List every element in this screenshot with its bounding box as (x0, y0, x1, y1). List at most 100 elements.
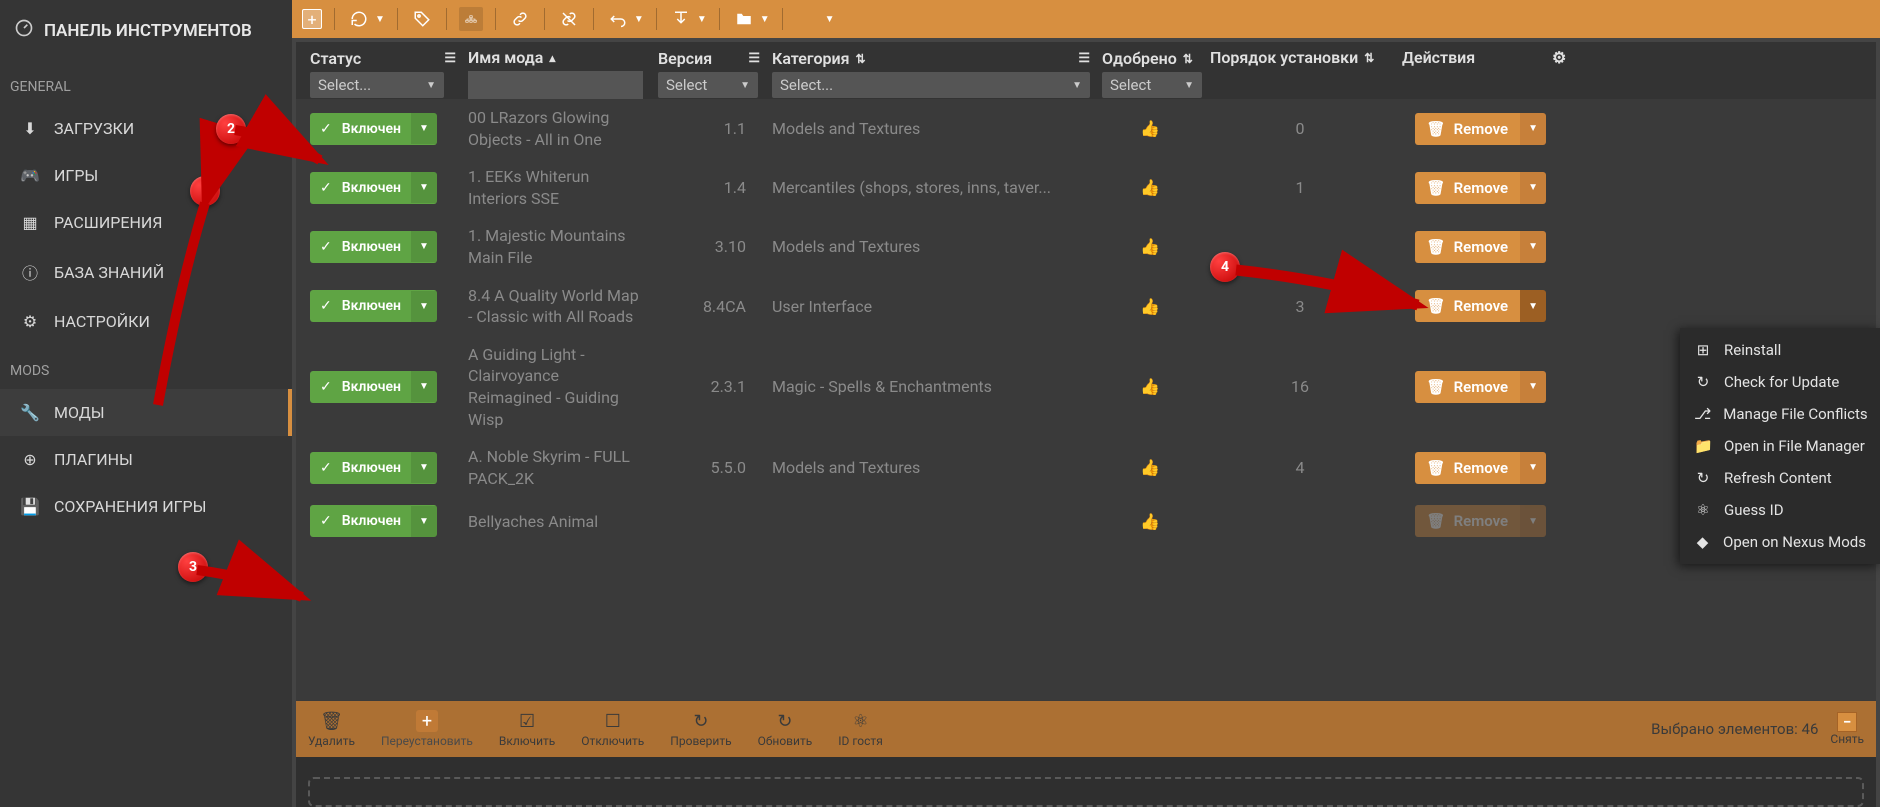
remove-dropdown[interactable]: ▼ (1520, 371, 1546, 403)
thumbs-up-icon[interactable]: 👍 (1140, 297, 1160, 316)
link-button[interactable] (508, 7, 532, 31)
check-icon: ✓ (310, 231, 342, 263)
unlink-button[interactable] (557, 7, 581, 31)
nav-mods[interactable]: 🔧 МОДЫ (0, 389, 292, 436)
status-toggle[interactable]: ✓ Включен ▼ (310, 290, 437, 322)
remove-button[interactable]: 🗑 Remove (1415, 290, 1521, 322)
nav-settings[interactable]: ⚙ НАСТРОЙКИ (0, 298, 292, 345)
status-toggle[interactable]: ✓ Включен ▼ (310, 452, 437, 484)
col-category[interactable]: Категория ⇅ ☰ Select... ▼ (766, 49, 1096, 98)
table-row[interactable]: ✓ Включен ▼ 00 LRazors Glowing Objects -… (296, 99, 1876, 158)
ctx-reinstall[interactable]: ⊞Reinstall (1680, 334, 1880, 366)
table-row[interactable]: ✓ Включен ▼ Bellyaches Animal 👍 🗑 Remove… (296, 497, 1876, 545)
thumbs-up-icon[interactable]: 👍 (1140, 237, 1160, 256)
remove-button[interactable]: 🗑 Remove (1415, 113, 1521, 145)
more-dropdown[interactable]: ▼ (825, 14, 835, 25)
ctx-label: Check for Update (1724, 373, 1839, 391)
table-row[interactable]: ✓ Включен ▼ 1. Majestic Mountains Main F… (296, 217, 1876, 276)
deploy-button[interactable] (669, 7, 693, 31)
approved-filter[interactable]: Select ▼ (1102, 72, 1202, 98)
deploy-dropdown[interactable]: ▼ (697, 14, 707, 25)
ctx-guess-id[interactable]: ⚛Guess ID (1680, 494, 1880, 526)
ctx-open-nexus[interactable]: ◆Open on Nexus Mods (1680, 526, 1880, 558)
ctx-check-update[interactable]: ↻Check for Update (1680, 366, 1880, 398)
drop-target[interactable] (308, 777, 1864, 807)
status-dropdown[interactable]: ▼ (411, 231, 437, 262)
folder-dropdown[interactable]: ▼ (760, 14, 770, 25)
sitemap-button[interactable] (459, 7, 483, 31)
name-filter-input[interactable] (468, 71, 643, 99)
ctx-refresh-content[interactable]: ↻Refresh Content (1680, 462, 1880, 494)
thumbs-up-icon[interactable]: 👍 (1140, 178, 1160, 197)
col-version[interactable]: Версия ☰ Select ▼ (652, 49, 766, 98)
tag-button[interactable] (410, 7, 434, 31)
col-name[interactable]: Имя мода ▴ (462, 48, 652, 99)
nav-settings-label: НАСТРОЙКИ (54, 312, 150, 331)
refresh-dropdown[interactable]: ▼ (375, 14, 385, 25)
remove-dropdown[interactable]: ▼ (1520, 231, 1546, 263)
ctx-file-conflicts[interactable]: ⎇Manage File Conflicts (1680, 398, 1880, 430)
add-button[interactable]: + (302, 9, 322, 29)
status-toggle[interactable]: ✓ Включен ▼ (310, 505, 437, 537)
remove-button[interactable]: 🗑 Remove (1415, 172, 1521, 204)
footer-update[interactable]: ↻ Обновить (758, 711, 813, 748)
undo-dropdown[interactable]: ▼ (634, 14, 644, 25)
category-filter[interactable]: Select... ▼ (772, 72, 1090, 98)
thumbs-up-icon[interactable]: 👍 (1140, 458, 1160, 477)
status-dropdown[interactable]: ▼ (411, 291, 437, 322)
plus-icon: + (416, 710, 438, 732)
footer-enable[interactable]: ☑ Включить (499, 711, 555, 748)
remove-dropdown[interactable]: ▼ (1520, 505, 1546, 537)
remove-dropdown[interactable]: ▼ (1520, 290, 1546, 322)
remove-button[interactable]: 🗑 Remove (1415, 371, 1521, 403)
nav-games[interactable]: 🎮 ИГРЫ (0, 152, 292, 199)
nav-downloads[interactable]: ⬇ ЗАГРУЗКИ (0, 105, 292, 152)
status-toggle[interactable]: ✓ Включен ▼ (310, 371, 437, 403)
remove-button[interactable]: 🗑 Remove (1415, 452, 1521, 484)
table-row[interactable]: ✓ Включен ▼ A. Noble Skyrim - FULL PACK_… (296, 438, 1876, 497)
status-dropdown[interactable]: ▼ (411, 172, 437, 203)
nav-extensions[interactable]: ▦ РАСШИРЕНИЯ (0, 199, 292, 246)
status-dropdown[interactable]: ▼ (411, 113, 437, 144)
nav-plugins[interactable]: ⊕ ПЛАГИНЫ (0, 436, 292, 483)
thumbs-up-icon[interactable]: 👍 (1140, 119, 1160, 138)
footer-disable[interactable]: ☐ Отключить (581, 711, 644, 748)
remove-label: Remove (1454, 297, 1509, 315)
table-row[interactable]: ✓ Включен ▼ 1. EEKs Whiterun Interiors S… (296, 158, 1876, 217)
table-row[interactable]: ✓ Включен ▼ 8.4 A Quality World Map - Cl… (296, 277, 1876, 336)
status-dropdown[interactable]: ▼ (411, 452, 437, 483)
status-toggle[interactable]: ✓ Включен ▼ (310, 231, 437, 263)
status-dropdown[interactable]: ▼ (411, 371, 437, 402)
col-status[interactable]: Статус ☰ Select... ▼ (304, 49, 462, 98)
footer-guest-id[interactable]: ⚛ ID гостя (838, 711, 883, 748)
remove-dropdown[interactable]: ▼ (1520, 452, 1546, 484)
footer-reinstall[interactable]: + Переустановить (381, 710, 473, 748)
table-row[interactable]: ✓ Включен ▼ A Guiding Light - Clairvoyan… (296, 336, 1876, 438)
footer-check[interactable]: ↻ Проверить (670, 711, 731, 748)
version-filter[interactable]: Select ▼ (658, 72, 758, 98)
status-toggle[interactable]: ✓ Включен ▼ (310, 172, 437, 204)
status-filter[interactable]: Select... ▼ (310, 72, 444, 98)
thumbs-up-icon[interactable]: 👍 (1140, 377, 1160, 396)
separator (334, 8, 335, 30)
status-toggle[interactable]: ✓ Включен ▼ (310, 113, 437, 145)
nav-knowledge[interactable]: ⓘ БАЗА ЗНАНИЙ (0, 246, 292, 298)
remove-button[interactable]: 🗑 Remove (1415, 231, 1521, 263)
status-dropdown[interactable]: ▼ (411, 506, 437, 537)
mod-name: A Guiding Light - Clairvoyance Reimagine… (468, 344, 646, 430)
ctx-open-folder[interactable]: 📁Open in File Manager (1680, 430, 1880, 462)
undo-button[interactable] (606, 7, 630, 31)
deselect-button[interactable]: − (1837, 712, 1857, 732)
nav-saves[interactable]: 💾 СОХРАНЕНИЯ ИГРЫ (0, 483, 292, 530)
remove-dropdown[interactable]: ▼ (1520, 172, 1546, 204)
remove-dropdown[interactable]: ▼ (1520, 113, 1546, 145)
remove-button[interactable]: 🗑 Remove (1415, 505, 1521, 537)
mod-version: 2.3.1 (711, 377, 746, 396)
col-approved[interactable]: Одобрено ⇅ Select ▼ (1096, 49, 1204, 98)
col-order[interactable]: Порядок установки ⇅ (1204, 48, 1396, 99)
thumbs-up-icon[interactable]: 👍 (1140, 512, 1160, 531)
folder-button[interactable] (732, 7, 756, 31)
footer-delete[interactable]: 🗑 Удалить (308, 711, 355, 748)
table-settings[interactable]: ⚙ (1546, 48, 1582, 99)
refresh-button[interactable] (347, 7, 371, 31)
